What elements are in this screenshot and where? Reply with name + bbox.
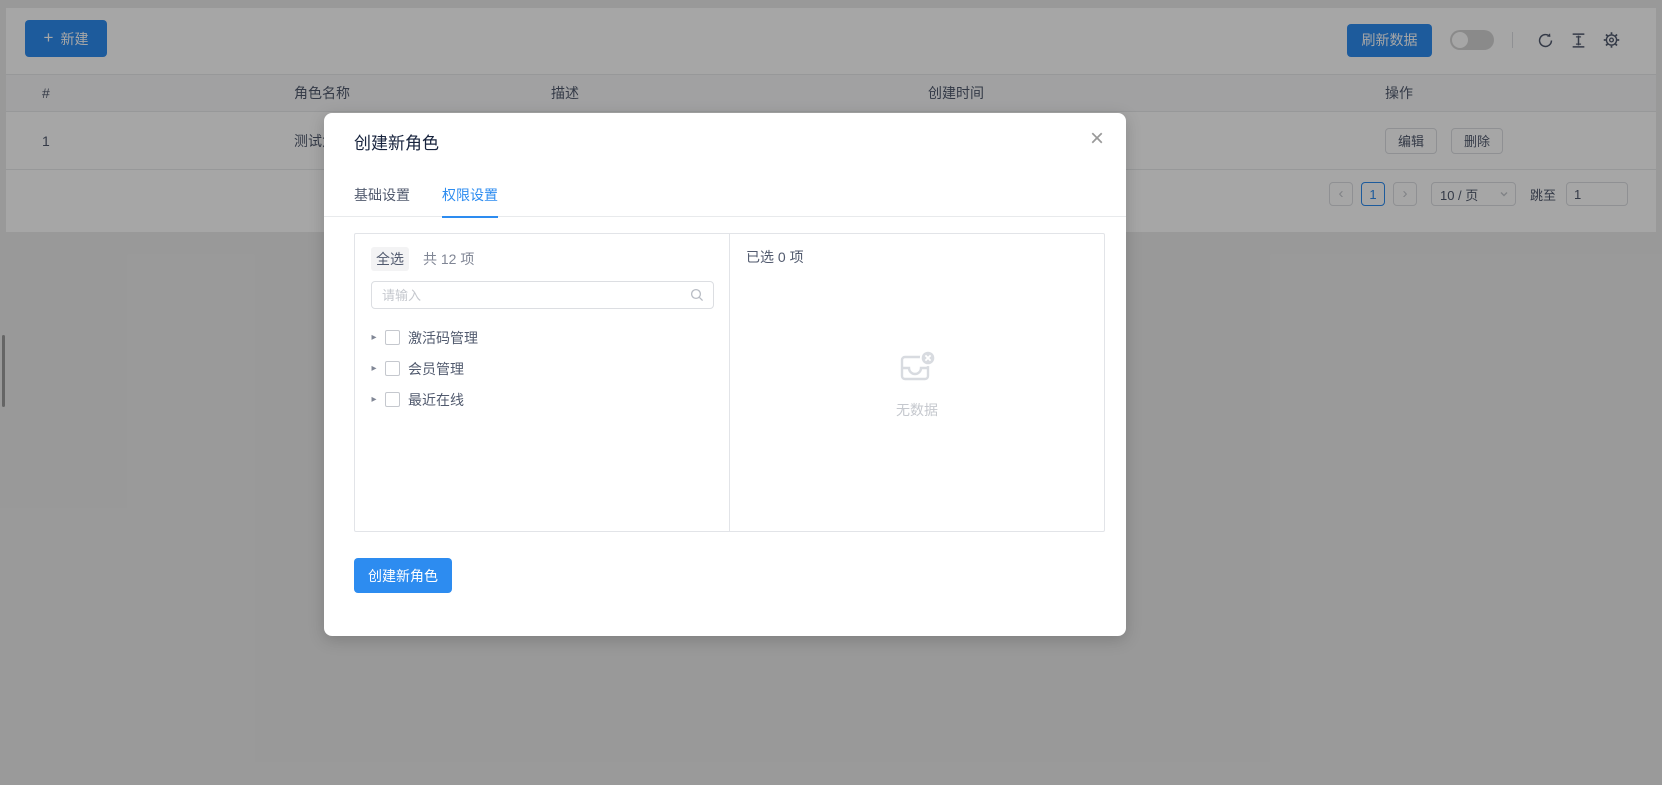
close-icon[interactable]: × [1090, 127, 1104, 151]
tab-permission-settings[interactable]: 权限设置 [442, 173, 498, 217]
transfer-source-panel: 全选 共 12 项 ▸ 激活码管理 ▸ 会员管理 [355, 234, 730, 531]
tree-item-label[interactable]: 激活码管理 [408, 328, 478, 348]
empty-state: 无数据 [730, 346, 1104, 420]
tree-item: ▸ 最近在线 [365, 384, 721, 415]
tab-basic-settings[interactable]: 基础设置 [354, 173, 410, 217]
search-icon [690, 288, 704, 302]
modal-tabbar: 基础设置 权限设置 [324, 173, 1126, 217]
tree-item-label[interactable]: 会员管理 [408, 359, 464, 379]
empty-state-text: 无数据 [896, 400, 938, 420]
source-total-count: 共 12 项 [423, 249, 474, 269]
modal-title: 创建新角色 [354, 129, 439, 154]
tree-checkbox[interactable] [385, 330, 400, 345]
target-panel-header: 已选 0 项 [746, 247, 804, 267]
tree-checkbox[interactable] [385, 392, 400, 407]
permission-tree: ▸ 激活码管理 ▸ 会员管理 ▸ 最近在线 [365, 322, 721, 415]
create-role-submit-label: 创建新角色 [368, 566, 438, 586]
caret-right-icon[interactable]: ▸ [365, 332, 383, 343]
create-role-modal: 创建新角色 × 基础设置 权限设置 全选 共 12 项 ▸ 激活码管理 [324, 113, 1126, 636]
tree-checkbox[interactable] [385, 361, 400, 376]
tree-item-label[interactable]: 最近在线 [408, 390, 464, 410]
target-selected-count: 已选 0 项 [746, 247, 804, 267]
select-all-button[interactable]: 全选 [371, 247, 409, 271]
transfer-target-panel: 已选 0 项 无数据 [730, 234, 1104, 531]
tree-item: ▸ 会员管理 [365, 353, 721, 384]
create-role-submit-button[interactable]: 创建新角色 [354, 558, 452, 593]
permission-transfer: 全选 共 12 项 ▸ 激活码管理 ▸ 会员管理 [354, 233, 1105, 532]
caret-right-icon[interactable]: ▸ [365, 394, 383, 405]
empty-inbox-icon [897, 346, 937, 386]
source-panel-header: 全选 共 12 项 [371, 247, 474, 271]
permission-search-box [371, 281, 714, 309]
tree-item: ▸ 激活码管理 [365, 322, 721, 353]
permission-search-input[interactable] [372, 288, 690, 303]
caret-right-icon[interactable]: ▸ [365, 363, 383, 374]
